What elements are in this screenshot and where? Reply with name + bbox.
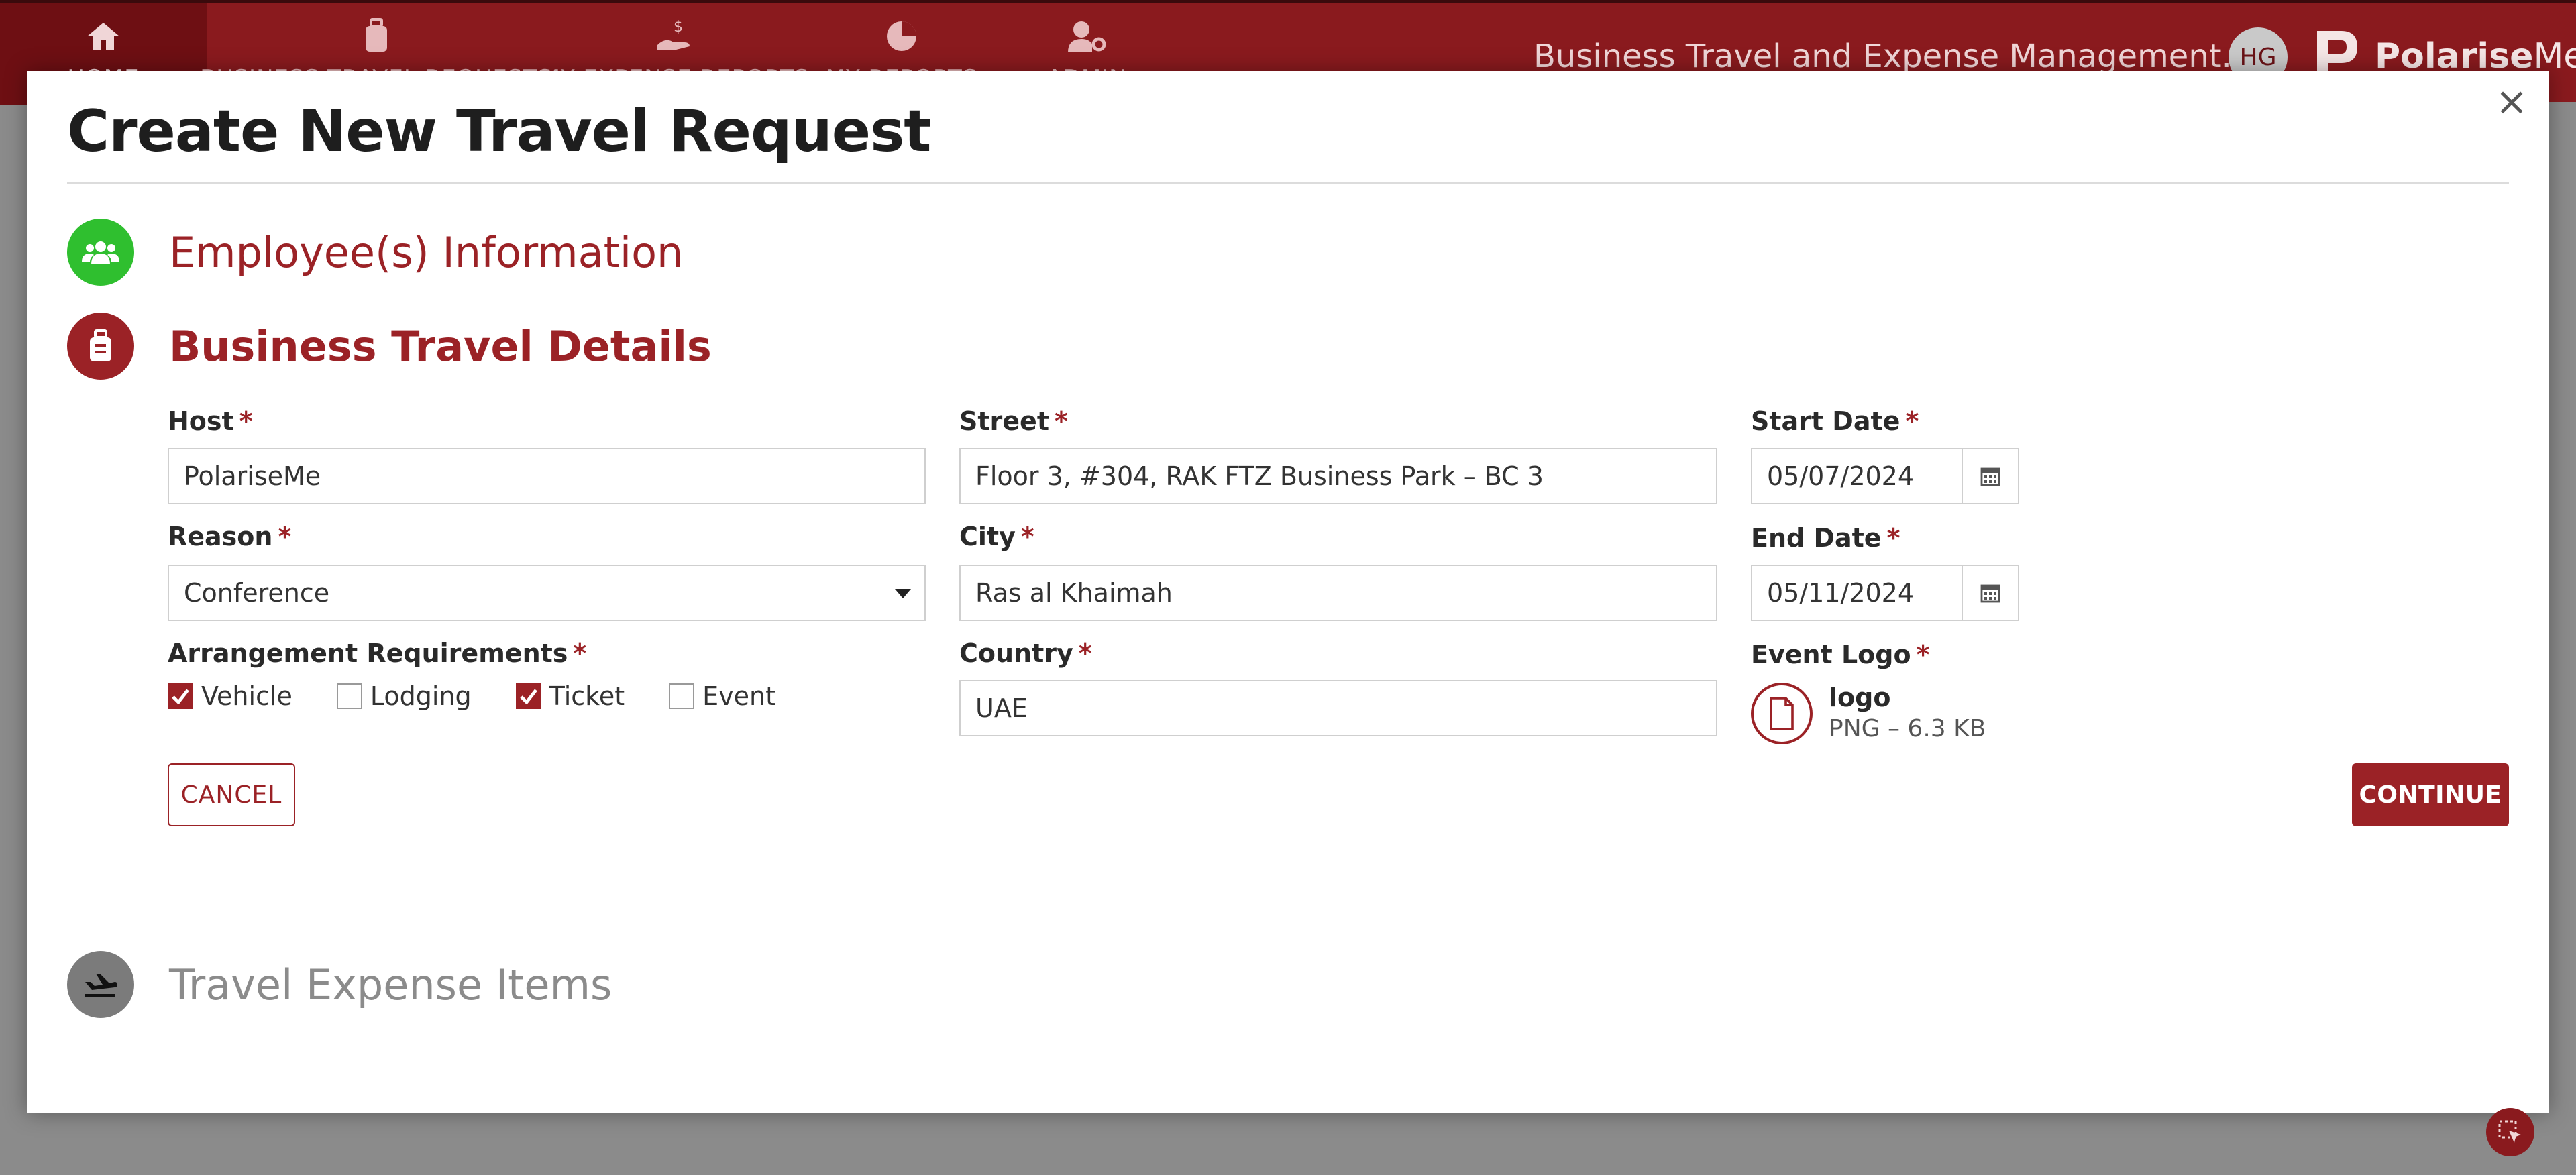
arrangement-options: Vehicle Lodging Ticket Event [168,681,820,711]
city-label: City * [959,522,1034,551]
calendar-icon[interactable] [1963,565,2019,621]
file-icon[interactable] [1751,683,1813,744]
modal-title: Create New Travel Request [67,98,931,165]
checkbox-vehicle[interactable]: Vehicle [168,681,292,711]
street-field[interactable]: Floor 3, #304, RAK FTZ Business Park – B… [959,448,1717,504]
start-date-field[interactable]: 05/07/2024 [1751,448,1963,504]
luggage-icon [363,13,390,60]
end-date-label: End Date * [1751,523,1900,553]
step-travel-expense-items[interactable]: Travel Expense Items [67,951,612,1018]
checkbox-empty-icon[interactable] [336,683,362,709]
city-field[interactable]: Ras al Khaimah [959,565,1717,621]
checkbox-label: Lodging [370,681,472,711]
checkbox-label: Vehicle [201,681,292,711]
cursor-select-icon [2498,1120,2521,1143]
create-travel-request-modal: × Create New Travel Request Employee(s) … [27,71,2549,1113]
host-field[interactable]: PolariseMe [168,448,926,504]
brand-name: Polarise [2375,36,2534,76]
checkbox-checked-icon[interactable] [168,683,193,709]
home-icon [85,13,122,60]
cancel-button[interactable]: CANCEL [168,763,295,826]
file-name[interactable]: logo [1829,683,1890,712]
checkbox-event[interactable]: Event [669,681,775,711]
plane-icon [67,951,134,1018]
checkbox-label: Event [702,681,775,711]
step-business-travel-details[interactable]: Business Travel Details [67,313,712,380]
checkbox-lodging[interactable]: Lodging [336,681,472,711]
suitcase-icon [67,313,134,380]
step-employee-information[interactable]: Employee(s) Information [67,219,683,286]
country-field[interactable]: UAE [959,680,1717,736]
pie-chart-icon [884,13,919,60]
event-logo-label: Event Logo * [1751,640,1930,669]
continue-button[interactable]: CONTINUE [2352,763,2509,826]
country-label: Country * [959,638,1092,668]
reason-label: Reason * [168,522,292,551]
checkbox-label: Ticket [549,681,625,711]
hand-dollar-icon: $ [655,13,695,60]
arrangement-label: Arrangement Requirements * [168,638,587,668]
user-gear-icon [1067,13,1107,60]
calendar-icon[interactable] [1963,448,2019,504]
feedback-button[interactable] [2486,1108,2534,1156]
brand-name-suffix: Me [2533,36,2576,76]
title-divider [67,182,2509,184]
close-button[interactable]: × [2491,78,2532,125]
end-date-field[interactable]: 05/11/2024 [1751,565,1963,621]
step-label: Employee(s) Information [169,227,684,277]
reason-select[interactable]: Conference [168,565,926,621]
file-meta: PNG – 6.3 KB [1829,715,1986,742]
checkbox-empty-icon[interactable] [669,683,695,709]
start-date-label: Start Date * [1751,406,1919,436]
reason-selected-value: Conference [184,578,330,608]
svg-text:$: $ [674,19,684,36]
street-label: Street * [959,406,1068,436]
checkbox-ticket[interactable]: Ticket [515,681,625,711]
app-switcher-label: Business Travel and Expense Management..… [1534,38,2253,75]
caret-down-icon [895,589,911,598]
checkbox-checked-icon[interactable] [515,683,541,709]
step-label: Travel Expense Items [169,960,612,1009]
users-icon [67,219,134,286]
host-label: Host * [168,406,253,436]
step-label: Business Travel Details [169,321,712,371]
